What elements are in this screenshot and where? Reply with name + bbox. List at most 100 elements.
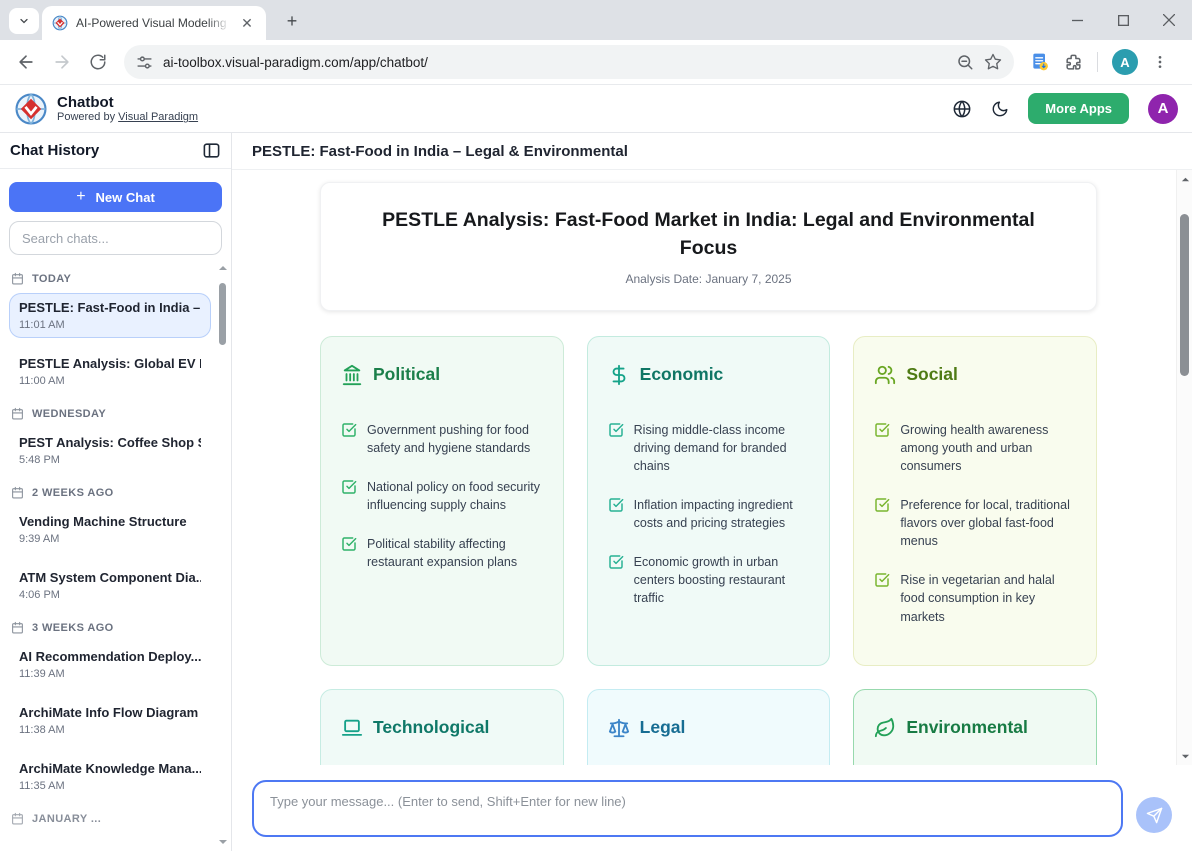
reload-button[interactable]: [82, 46, 114, 78]
chat-item-title: Vending Machine Structure: [19, 514, 201, 529]
dark-mode-moon-icon[interactable]: [991, 100, 1009, 118]
factor-item: Inflation impacting ingredient costs and…: [608, 496, 810, 532]
sidebar-scrollbar[interactable]: [218, 263, 228, 847]
sidebar-scroll-thumb[interactable]: [219, 283, 226, 345]
visual-paradigm-link[interactable]: Visual Paradigm: [118, 111, 198, 123]
url-text: ai-toolbox.visual-paradigm.com/app/chatb…: [163, 55, 946, 70]
plus-icon: +: [76, 188, 85, 206]
chat-item-title: PEST Analysis: Coffee Shop S...: [19, 435, 201, 450]
chat-group-header: WEDNESDAY: [11, 407, 211, 420]
chat-item-time: 4:06 PM: [19, 589, 201, 601]
reading-list-icon[interactable]: [1030, 52, 1050, 72]
factor-text: Economic growth in urban centers boostin…: [634, 553, 810, 607]
window-minimize-button[interactable]: [1054, 0, 1100, 40]
calendar-icon: [11, 272, 24, 285]
check-square-icon: [874, 421, 890, 438]
analysis-title: PESTLE Analysis: Fast-Food Market in Ind…: [351, 206, 1066, 263]
chat-item-title: ArchiMate Info Flow Diagram: [19, 705, 201, 720]
message-input[interactable]: [252, 780, 1123, 837]
card-title: Social: [906, 364, 958, 385]
chat-item-time: 11:38 AM: [19, 724, 201, 736]
user-avatar[interactable]: A: [1148, 94, 1178, 124]
visual-paradigm-logo: [14, 92, 48, 126]
search-chats-input[interactable]: [9, 221, 222, 255]
site-settings-icon: [136, 54, 153, 71]
chat-item-time: 9:39 AM: [19, 533, 201, 545]
factor-item: Political stability affecting restaurant…: [341, 535, 543, 571]
new-chat-button[interactable]: +New Chat: [9, 182, 222, 212]
send-plane-icon: [1146, 807, 1163, 824]
users-icon: [874, 364, 896, 386]
chat-history-item[interactable]: PEST Analysis: Coffee Shop S... 5:48 PM: [9, 428, 211, 473]
bank-icon: [341, 364, 363, 386]
pestle-card-political: PoliticalGovernment pushing for food saf…: [320, 336, 564, 666]
sidebar-title: Chat History: [10, 142, 99, 159]
more-apps-button[interactable]: More Apps: [1028, 93, 1129, 124]
chat-history-item[interactable]: ATM System Component Dia...4:06 PM: [9, 563, 211, 608]
back-arrow-icon: [16, 52, 36, 72]
factor-item: Growing health awareness among youth and…: [874, 421, 1076, 475]
scroll-up-icon[interactable]: [218, 263, 228, 273]
calendar-icon: [11, 486, 24, 499]
send-button[interactable]: [1136, 797, 1172, 833]
scroll-up-icon[interactable]: [1177, 172, 1192, 186]
window-close-button[interactable]: [1146, 0, 1192, 40]
factor-item: Government pushing for food safety and h…: [341, 421, 543, 457]
chat-group-header: 3 WEEKS AGO: [11, 621, 211, 634]
chat-history-item[interactable]: Vending Machine Structure 9:39 AM: [9, 507, 211, 552]
chat-group-header: JANUARY ...: [11, 812, 211, 825]
chat-group-label: JANUARY ...: [32, 813, 101, 825]
back-button[interactable]: [10, 46, 42, 78]
pestle-card-environmental: Environmental: [853, 689, 1097, 765]
calendar-icon: [11, 407, 24, 420]
forward-button[interactable]: [46, 46, 78, 78]
tab-close-icon[interactable]: ✕: [238, 14, 256, 32]
window-maximize-button[interactable]: [1100, 0, 1146, 40]
chat-item-time: 11:01 AM: [19, 319, 201, 331]
check-square-icon: [608, 421, 624, 438]
zoom-out-icon[interactable]: [956, 53, 974, 71]
factor-text: Growing health awareness among youth and…: [900, 421, 1076, 475]
content-scroll-thumb[interactable]: [1180, 214, 1189, 376]
tab-search-button[interactable]: [9, 8, 39, 34]
check-square-icon: [608, 496, 624, 513]
factor-text: Inflation impacting ingredient costs and…: [634, 496, 810, 532]
address-bar[interactable]: ai-toolbox.visual-paradigm.com/app/chatb…: [124, 45, 1014, 79]
browser-menu-kebab-icon[interactable]: [1152, 54, 1168, 70]
powered-by: Powered by Visual Paradigm: [57, 111, 198, 123]
chat-group-label: WEDNESDAY: [32, 408, 106, 420]
chat-history-item[interactable]: PESTLE Analysis: Global EV In...11:00 AM: [9, 349, 211, 394]
reload-icon: [89, 53, 107, 71]
message-composer: [232, 765, 1192, 851]
factor-text: National policy on food security influen…: [367, 478, 543, 514]
scroll-down-icon[interactable]: [218, 837, 228, 847]
chat-history-item[interactable]: AI Recommendation Deploy...11:39 AM: [9, 642, 211, 687]
browser-profile-avatar[interactable]: A: [1112, 49, 1138, 75]
bookmark-star-icon[interactable]: [984, 53, 1002, 71]
chat-group-label: 3 WEEKS AGO: [32, 622, 114, 634]
new-tab-button[interactable]: +: [280, 9, 304, 33]
chat-history-item[interactable]: PESTLE: Fast-Food in India – ... 11:01 AM: [9, 293, 211, 338]
chat-history-item[interactable]: ArchiMate Info Flow Diagram 11:38 AM: [9, 698, 211, 743]
collapse-sidebar-icon[interactable]: [202, 141, 221, 160]
calendar-icon: [11, 621, 24, 634]
chat-group-label: TODAY: [32, 273, 71, 285]
browser-toolbar: ai-toolbox.visual-paradigm.com/app/chatb…: [0, 40, 1192, 85]
scroll-down-icon[interactable]: [1177, 749, 1192, 763]
chat-item-title: PESTLE: Fast-Food in India – ...: [19, 300, 201, 315]
chat-item-time: 5:48 PM: [19, 454, 201, 466]
extensions-puzzle-icon[interactable]: [1064, 53, 1083, 72]
check-square-icon: [341, 421, 357, 438]
toolbar-separator: [1097, 52, 1098, 72]
check-square-icon: [874, 496, 890, 513]
chat-history-item[interactable]: ArchiMate Knowledge Mana...11:35 AM: [9, 754, 211, 799]
conversation-title: PESTLE: Fast-Food in India – Legal & Env…: [252, 143, 628, 160]
leaf-icon: [874, 717, 896, 739]
content-scrollbar[interactable]: [1176, 170, 1192, 765]
chat-history-list: TODAY PESTLE: Fast-Food in India – ... 11:…: [0, 257, 231, 851]
analysis-date: Analysis Date: January 7, 2025: [351, 272, 1066, 286]
forward-arrow-icon: [52, 52, 72, 72]
browser-tab[interactable]: AI-Powered Visual Modeling Ch ✕: [42, 6, 266, 40]
pestle-cards-grid: PoliticalGovernment pushing for food saf…: [320, 336, 1097, 765]
language-globe-icon[interactable]: [952, 99, 972, 119]
